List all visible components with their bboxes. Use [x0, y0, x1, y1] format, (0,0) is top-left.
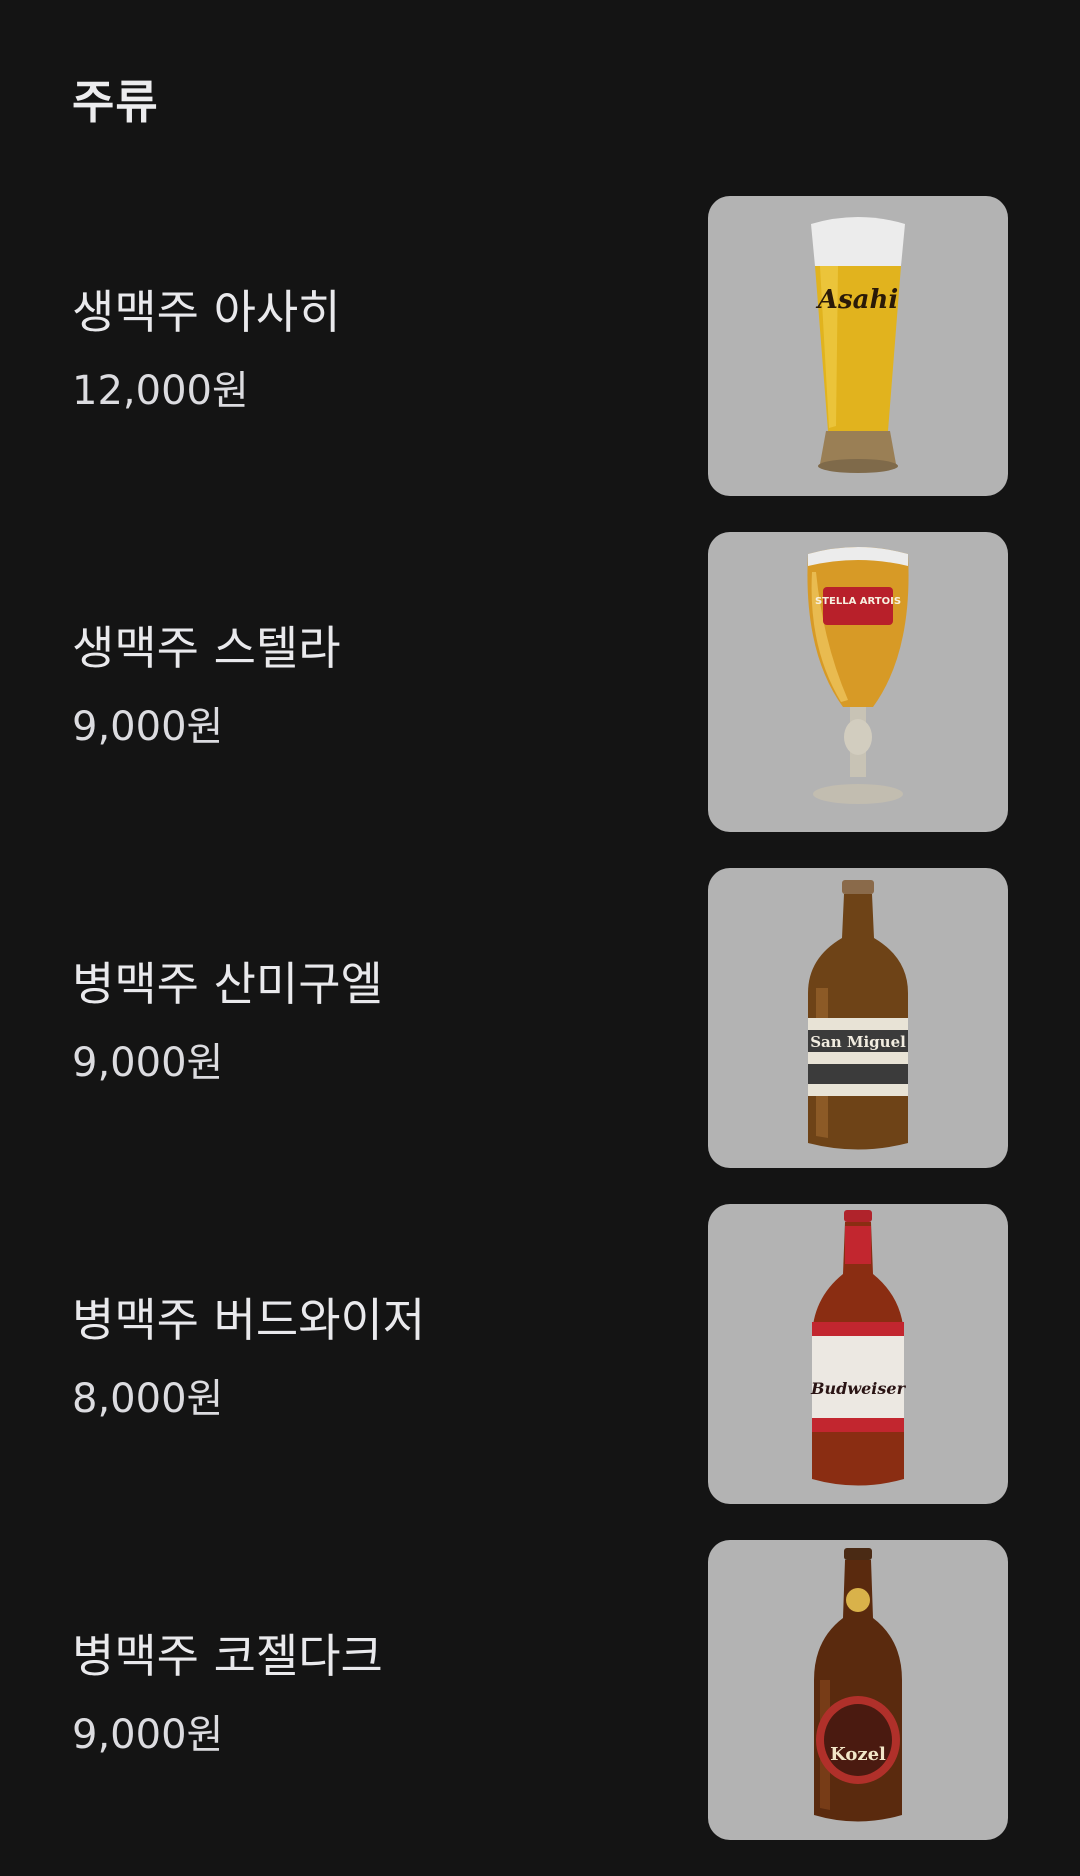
- item-name: 생맥주 스텔라: [72, 621, 341, 675]
- item-name: 병맥주 버드와이저: [72, 1293, 426, 1347]
- menu-item-asahi[interactable]: 생맥주 아사히 12,000원 Asahi: [0, 196, 1080, 496]
- budweiser-bottle-image[interactable]: Budweiser: [708, 1204, 1008, 1504]
- item-price: 9,000원: [72, 704, 224, 750]
- menu-item-stella[interactable]: 생맥주 스텔라 9,000원 STELLA ARTOIS: [0, 532, 1080, 832]
- menu-list: 생맥주 아사히 12,000원 Asahi 생맥주 스텔라 9,000원 STE…: [0, 196, 1080, 1876]
- section-title: 주류: [72, 75, 159, 129]
- menu-item-san-miguel[interactable]: 병맥주 산미구엘 9,000원 San Miguel: [0, 868, 1080, 1168]
- item-label: Kozel: [830, 1744, 886, 1765]
- item-name: 생맥주 아사히: [72, 285, 341, 339]
- menu-item-budweiser[interactable]: 병맥주 버드와이저 8,000원 Budweiser: [0, 1204, 1080, 1504]
- item-name: 병맥주 코젤다크: [72, 1629, 383, 1683]
- san-miguel-bottle-image[interactable]: San Miguel: [708, 868, 1008, 1168]
- menu-item-kozel[interactable]: 병맥주 코젤다크 9,000원 Kozel: [0, 1540, 1080, 1840]
- kozel-bottle-image[interactable]: Kozel: [708, 1540, 1008, 1840]
- asahi-beer-glass-image[interactable]: Asahi: [708, 196, 1008, 496]
- item-price: 8,000원: [72, 1376, 224, 1422]
- item-name: 병맥주 산미구엘: [72, 957, 383, 1011]
- stella-artois-chalice-image[interactable]: STELLA ARTOIS: [708, 532, 1008, 832]
- item-label: San Miguel: [810, 1033, 906, 1051]
- item-label: STELLA ARTOIS: [815, 596, 901, 607]
- item-label: Asahi: [815, 285, 898, 315]
- item-price: 12,000원: [72, 368, 249, 414]
- item-price: 9,000원: [72, 1712, 224, 1758]
- item-label: Budweiser: [810, 1379, 907, 1398]
- item-price: 9,000원: [72, 1040, 224, 1086]
